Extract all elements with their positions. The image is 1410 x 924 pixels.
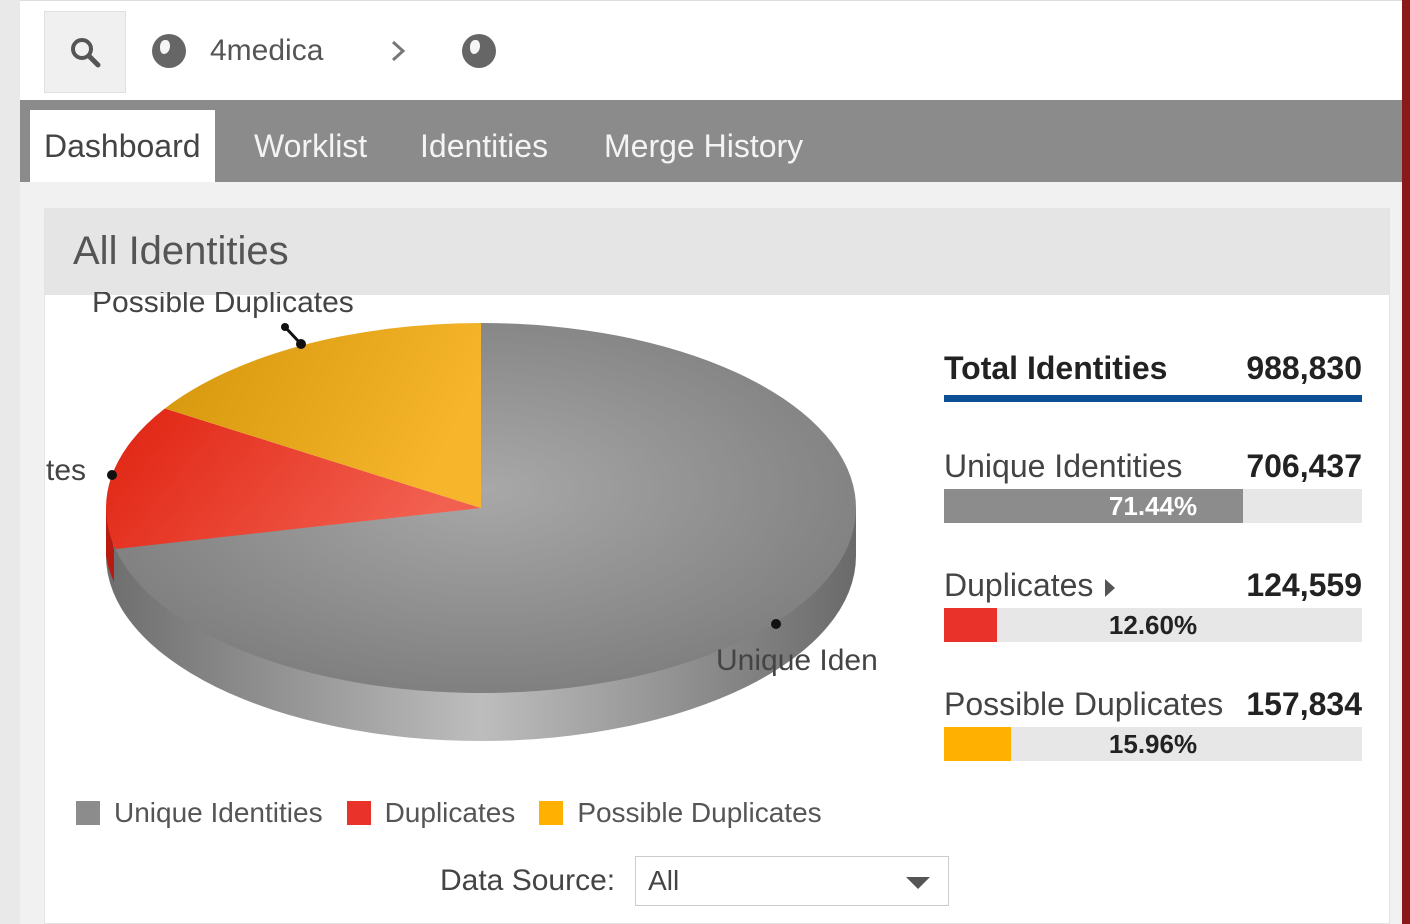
legend-label: Possible Duplicates <box>577 797 822 828</box>
progress-percent: 12.60% <box>1108 610 1198 640</box>
panel-title: All Identities <box>73 229 289 273</box>
stat-label: Unique Identities <box>944 448 1183 484</box>
legend-swatch <box>539 801 564 825</box>
total-value: 988,830 <box>1246 350 1362 386</box>
tab-bar: Dashboard Worklist Identities Merge Hist… <box>20 100 1402 182</box>
data-source-filter: Data Source: All <box>440 855 950 907</box>
tab-worklist[interactable]: Worklist <box>254 110 367 182</box>
label-unique-identities: Unique Iden <box>716 644 878 677</box>
progress-percent: 71.44% <box>1108 491 1198 521</box>
breadcrumb-org-label: 4medica <box>210 34 324 67</box>
tab-identities[interactable]: Identities <box>420 110 548 182</box>
legend-item[interactable]: Duplicates <box>346 797 516 829</box>
search-button[interactable] <box>44 11 126 93</box>
label-possible-duplicates: Possible Duplicates <box>92 292 354 319</box>
stat-label: Duplicates <box>944 567 1094 603</box>
breadcrumb-org[interactable]: 4medica <box>152 29 323 73</box>
legend-swatch <box>76 801 100 825</box>
data-source-select[interactable]: All <box>635 856 950 906</box>
stat-possible-duplicates: Possible Duplicates 157,834 15.96% <box>944 686 1362 761</box>
stat-label: Possible Duplicates <box>944 686 1224 722</box>
legend-item[interactable]: Unique Identities <box>76 797 323 829</box>
stat-duplicates: Duplicates 124,559 12.60% <box>944 567 1362 642</box>
panel-header: All Identities <box>45 209 1389 295</box>
caret-right-icon <box>1105 578 1116 597</box>
top-bar: 4medica <box>20 0 1402 101</box>
globe-icon <box>152 34 186 68</box>
progress-bar: 71.44% <box>944 489 1362 523</box>
label-duplicates: tes <box>46 454 86 487</box>
search-icon <box>71 38 101 68</box>
duplicates-link[interactable]: Duplicates <box>944 567 1116 604</box>
window-edge <box>1402 0 1410 924</box>
stats-panel: Total Identities 988,830 Unique Identiti… <box>944 350 1362 761</box>
identities-pie-chart: Possible Duplicates tes Unique Iden <box>46 292 878 741</box>
legend-swatch <box>346 801 371 825</box>
label-dot <box>771 619 781 629</box>
left-strip <box>0 0 20 924</box>
stat-value: 124,559 <box>1246 567 1362 603</box>
legend-item[interactable]: Possible Duplicates <box>539 797 822 829</box>
legend-label: Unique Identities <box>114 797 323 828</box>
total-label: Total Identities <box>944 350 1168 386</box>
data-source-label: Data Source: <box>440 864 616 897</box>
tab-dashboard[interactable]: Dashboard <box>30 110 215 182</box>
data-source-value: All <box>648 865 680 896</box>
chart-legend: Unique Identities Duplicates Possible Du… <box>76 795 846 831</box>
progress-bar: 15.96% <box>944 727 1362 761</box>
progress-percent: 15.96% <box>1108 729 1198 759</box>
stat-value: 706,437 <box>1246 448 1362 484</box>
progress-bar: 12.60% <box>944 608 1362 642</box>
chevron-down-icon <box>906 877 931 889</box>
stat-value: 157,834 <box>1246 686 1362 722</box>
legend-label: Duplicates <box>384 797 516 828</box>
chevron-right-icon <box>388 29 408 73</box>
globe-icon <box>462 34 496 68</box>
tab-merge-history[interactable]: Merge History <box>604 110 803 182</box>
total-identities-row: Total Identities 988,830 <box>944 350 1362 402</box>
breadcrumb-child[interactable] <box>462 29 496 73</box>
stat-unique: Unique Identities 706,437 71.44% <box>944 448 1362 523</box>
label-dot <box>107 470 117 480</box>
